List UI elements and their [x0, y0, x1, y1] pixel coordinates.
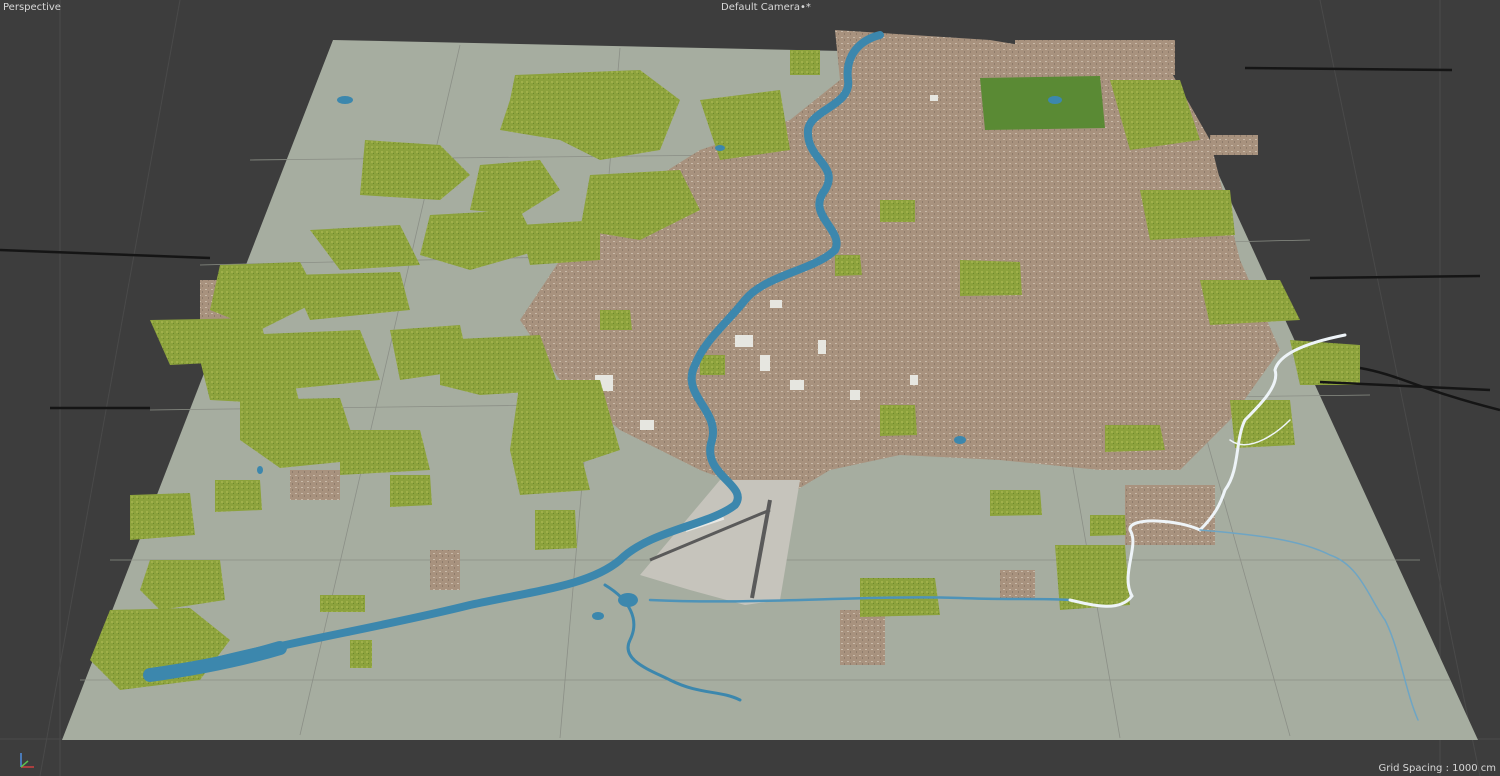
grid-spacing-readout: Grid Spacing : 1000 cm — [1378, 763, 1496, 774]
3d-viewport[interactable]: Perspective Default Camera•* Grid Spacin… — [0, 0, 1500, 776]
city-map-scene[interactable] — [0, 0, 1500, 776]
forest-park — [980, 76, 1105, 130]
camera-selector[interactable]: Default Camera•* — [721, 2, 811, 14]
view-mode-label[interactable]: Perspective — [3, 2, 61, 14]
camera-modified-indicator: •* — [799, 2, 811, 13]
axis-gizmo-icon — [20, 753, 34, 768]
camera-name-label: Default Camera — [721, 2, 800, 13]
